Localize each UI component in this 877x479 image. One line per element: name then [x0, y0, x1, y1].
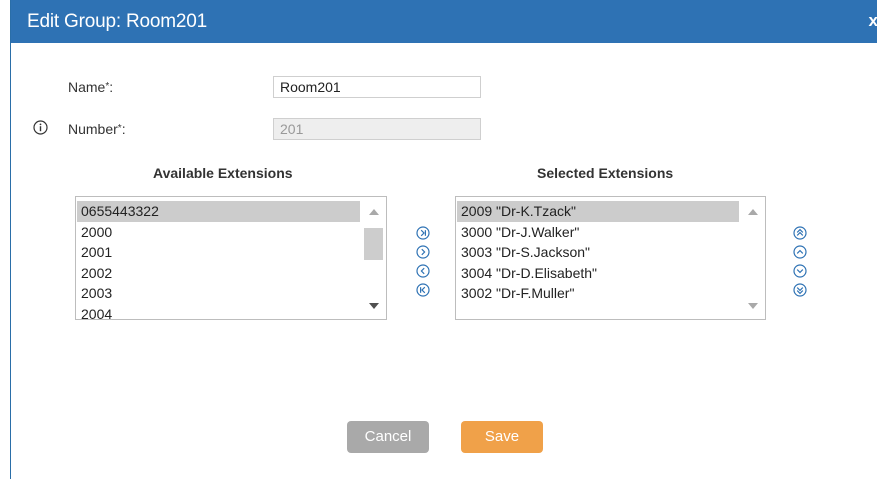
- move-all-left-icon[interactable]: [416, 283, 430, 297]
- move-bottom-icon[interactable]: [793, 283, 807, 297]
- name-field[interactable]: [273, 76, 481, 98]
- list-item[interactable]: 3003 "Dr-S.Jackson": [457, 242, 739, 263]
- available-scrollbar[interactable]: [362, 197, 386, 319]
- list-item[interactable]: 2002: [77, 263, 360, 284]
- edit-group-dialog: Edit Group: Room201 x Name*: Number*: Av…: [10, 0, 877, 479]
- move-up-icon[interactable]: [793, 245, 807, 259]
- name-required-mark: *: [105, 81, 110, 92]
- list-item[interactable]: 3002 "Dr-F.Muller": [457, 283, 739, 304]
- move-all-right-icon[interactable]: [416, 226, 430, 240]
- move-left-icon[interactable]: [416, 264, 430, 278]
- name-label: Name: [68, 79, 106, 95]
- list-item[interactable]: 3004 "Dr-D.Elisabeth": [457, 263, 739, 284]
- number-label: Number: [68, 121, 118, 137]
- selected-extensions-list[interactable]: 2009 "Dr-K.Tzack" 3000 "Dr-J.Walker" 300…: [455, 196, 766, 320]
- name-label-group: Name*:: [68, 79, 113, 95]
- number-colon: :: [121, 121, 126, 137]
- number-required-mark: *: [117, 123, 122, 134]
- save-button[interactable]: Save: [461, 421, 543, 453]
- selected-extensions-heading: Selected Extensions: [537, 165, 674, 181]
- list-item[interactable]: 2004: [77, 304, 360, 320]
- move-down-icon[interactable]: [793, 264, 807, 278]
- list-item[interactable]: 2000: [77, 222, 360, 243]
- dialog-title: Edit Group: Room201: [27, 11, 207, 32]
- info-icon[interactable]: [33, 120, 48, 135]
- available-extensions-list[interactable]: 0655443322 2000 2001 2002 2003 2004: [75, 196, 387, 320]
- selected-scrollbar[interactable]: [741, 197, 765, 319]
- number-label-group: Number*:: [68, 121, 126, 137]
- scroll-up-arrow-icon[interactable]: [748, 209, 758, 215]
- list-item[interactable]: 0655443322: [77, 201, 360, 222]
- scroll-up-arrow-icon[interactable]: [369, 209, 379, 215]
- move-right-icon[interactable]: [416, 245, 430, 259]
- list-item[interactable]: 2009 "Dr-K.Tzack": [457, 201, 739, 222]
- number-field: [273, 118, 481, 140]
- scrollbar-thumb[interactable]: [364, 228, 383, 260]
- available-extensions-heading: Available Extensions: [153, 165, 293, 181]
- dialog-titlebar: Edit Group: Room201 x: [11, 0, 877, 43]
- close-button[interactable]: x: [869, 11, 877, 31]
- list-item[interactable]: 2003: [77, 283, 360, 304]
- list-item[interactable]: 3000 "Dr-J.Walker": [457, 222, 739, 243]
- move-top-icon[interactable]: [793, 226, 807, 240]
- name-colon: :: [109, 79, 114, 95]
- scroll-down-arrow-icon[interactable]: [748, 303, 758, 309]
- cancel-button[interactable]: Cancel: [347, 421, 429, 453]
- list-item[interactable]: 2001: [77, 242, 360, 263]
- scroll-down-arrow-icon[interactable]: [369, 303, 379, 309]
